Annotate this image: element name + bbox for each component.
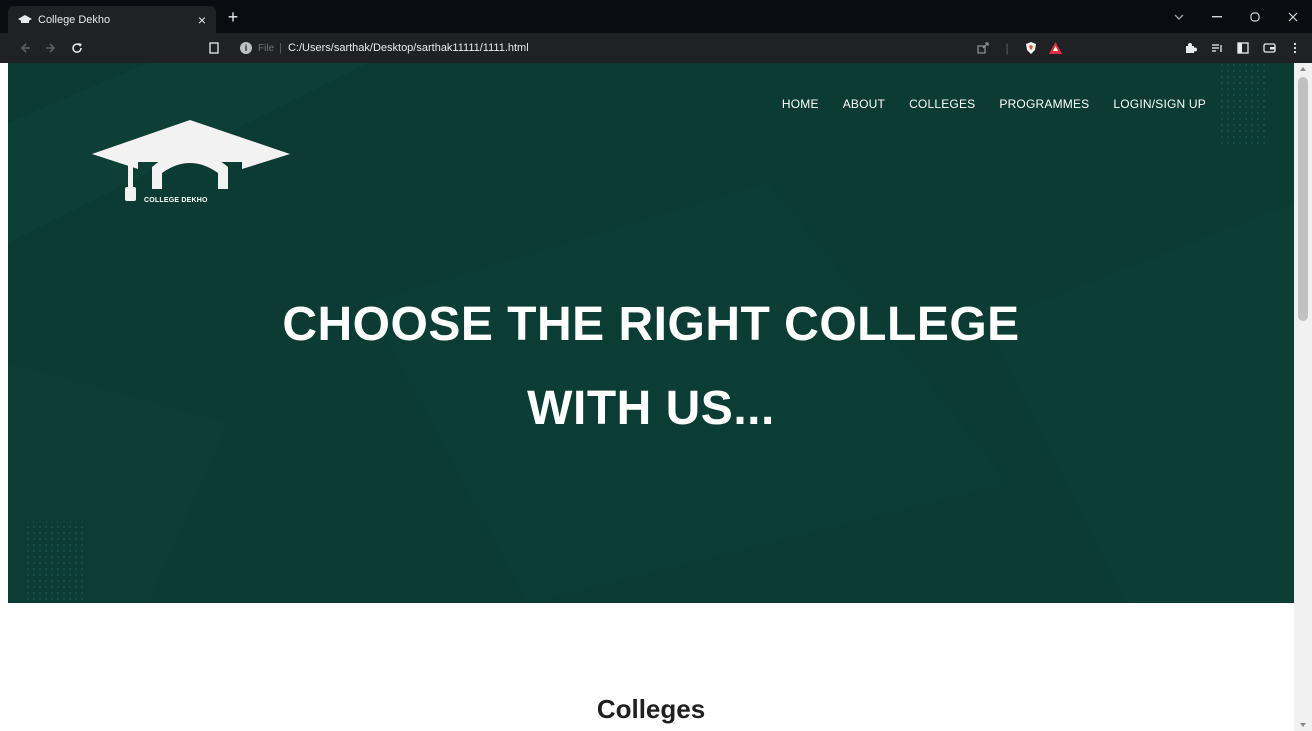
restore-icon[interactable] bbox=[1236, 0, 1274, 33]
brave-rewards-icon[interactable] bbox=[1048, 41, 1062, 55]
tab-close-icon[interactable]: × bbox=[194, 12, 210, 28]
nav-programmes[interactable]: PROGRAMMES bbox=[999, 97, 1089, 111]
main-navigation: HOME ABOUT COLLEGES PROGRAMMES LOGIN/SIG… bbox=[782, 97, 1206, 111]
browser-titlebar: College Dekho × + bbox=[0, 0, 1312, 33]
page-viewport: HOME ABOUT COLLEGES PROGRAMMES LOGIN/SIG… bbox=[8, 63, 1294, 731]
tab-search-chevron-icon[interactable] bbox=[1160, 0, 1198, 33]
menu-icon[interactable] bbox=[1288, 41, 1302, 55]
window-controls bbox=[1160, 0, 1312, 33]
new-tab-icon[interactable]: + bbox=[224, 8, 242, 26]
back-arrow-icon[interactable] bbox=[12, 35, 38, 61]
scroll-down-arrow-icon[interactable] bbox=[1300, 723, 1306, 727]
url-scheme-label: File bbox=[258, 42, 275, 54]
nav-login-signup[interactable]: LOGIN/SIGN UP bbox=[1113, 97, 1206, 111]
hero-headline: CHOOSE THE RIGHT COLLEGE WITH US... bbox=[8, 283, 1294, 451]
logo-text: COLLEGE DEKHO bbox=[144, 197, 208, 204]
wallet-icon[interactable] bbox=[1262, 41, 1276, 55]
nav-home[interactable]: HOME bbox=[782, 97, 819, 111]
browser-toolbar: i File | C:/Users/sarthak/Desktop/sartha… bbox=[0, 33, 1312, 63]
sidebar-icon[interactable] bbox=[1236, 41, 1250, 55]
url-separator: | bbox=[279, 42, 282, 54]
hero-section: HOME ABOUT COLLEGES PROGRAMMES LOGIN/SIG… bbox=[8, 63, 1294, 603]
close-window-icon[interactable] bbox=[1274, 0, 1312, 33]
share-icon[interactable] bbox=[976, 41, 990, 55]
omnibox-divider: | bbox=[1005, 41, 1009, 55]
address-bar-actions: | bbox=[976, 37, 1062, 59]
page-scrollbar[interactable] bbox=[1294, 63, 1312, 731]
extensions-puzzle-icon[interactable] bbox=[1184, 41, 1198, 55]
browser-tab[interactable]: College Dekho × bbox=[8, 6, 216, 33]
nav-about[interactable]: ABOUT bbox=[843, 97, 885, 111]
colleges-section-title: Colleges bbox=[596, 694, 706, 724]
hero-headline-line1: CHOOSE THE RIGHT COLLEGE bbox=[282, 298, 1020, 351]
screen: College Dekho × + i File | C:/Users/sart… bbox=[0, 0, 1312, 731]
forward-arrow-icon[interactable] bbox=[38, 35, 64, 61]
extensions-area bbox=[1184, 35, 1302, 61]
url-text[interactable]: C:/Users/sarthak/Desktop/sarthak11111/11… bbox=[288, 42, 529, 54]
college-dekho-logo[interactable]: COLLEGE DEKHO bbox=[92, 117, 292, 212]
nav-colleges[interactable]: COLLEGES bbox=[909, 97, 975, 111]
tab-title: College Dekho bbox=[38, 13, 111, 26]
scroll-thumb[interactable] bbox=[1298, 77, 1308, 321]
hero-headline-line2: WITH US... bbox=[527, 382, 775, 435]
graduation-cap-favicon-icon bbox=[18, 13, 32, 27]
brave-shield-icon[interactable] bbox=[1024, 41, 1038, 55]
reload-icon[interactable] bbox=[64, 35, 90, 61]
bookmark-icon[interactable] bbox=[203, 35, 225, 61]
scroll-up-arrow-icon[interactable] bbox=[1300, 67, 1306, 71]
playlist-icon[interactable] bbox=[1210, 41, 1224, 55]
address-bar[interactable]: i File | C:/Users/sarthak/Desktop/sartha… bbox=[232, 37, 1092, 59]
minimize-icon[interactable] bbox=[1198, 0, 1236, 33]
info-icon[interactable]: i bbox=[240, 42, 252, 54]
